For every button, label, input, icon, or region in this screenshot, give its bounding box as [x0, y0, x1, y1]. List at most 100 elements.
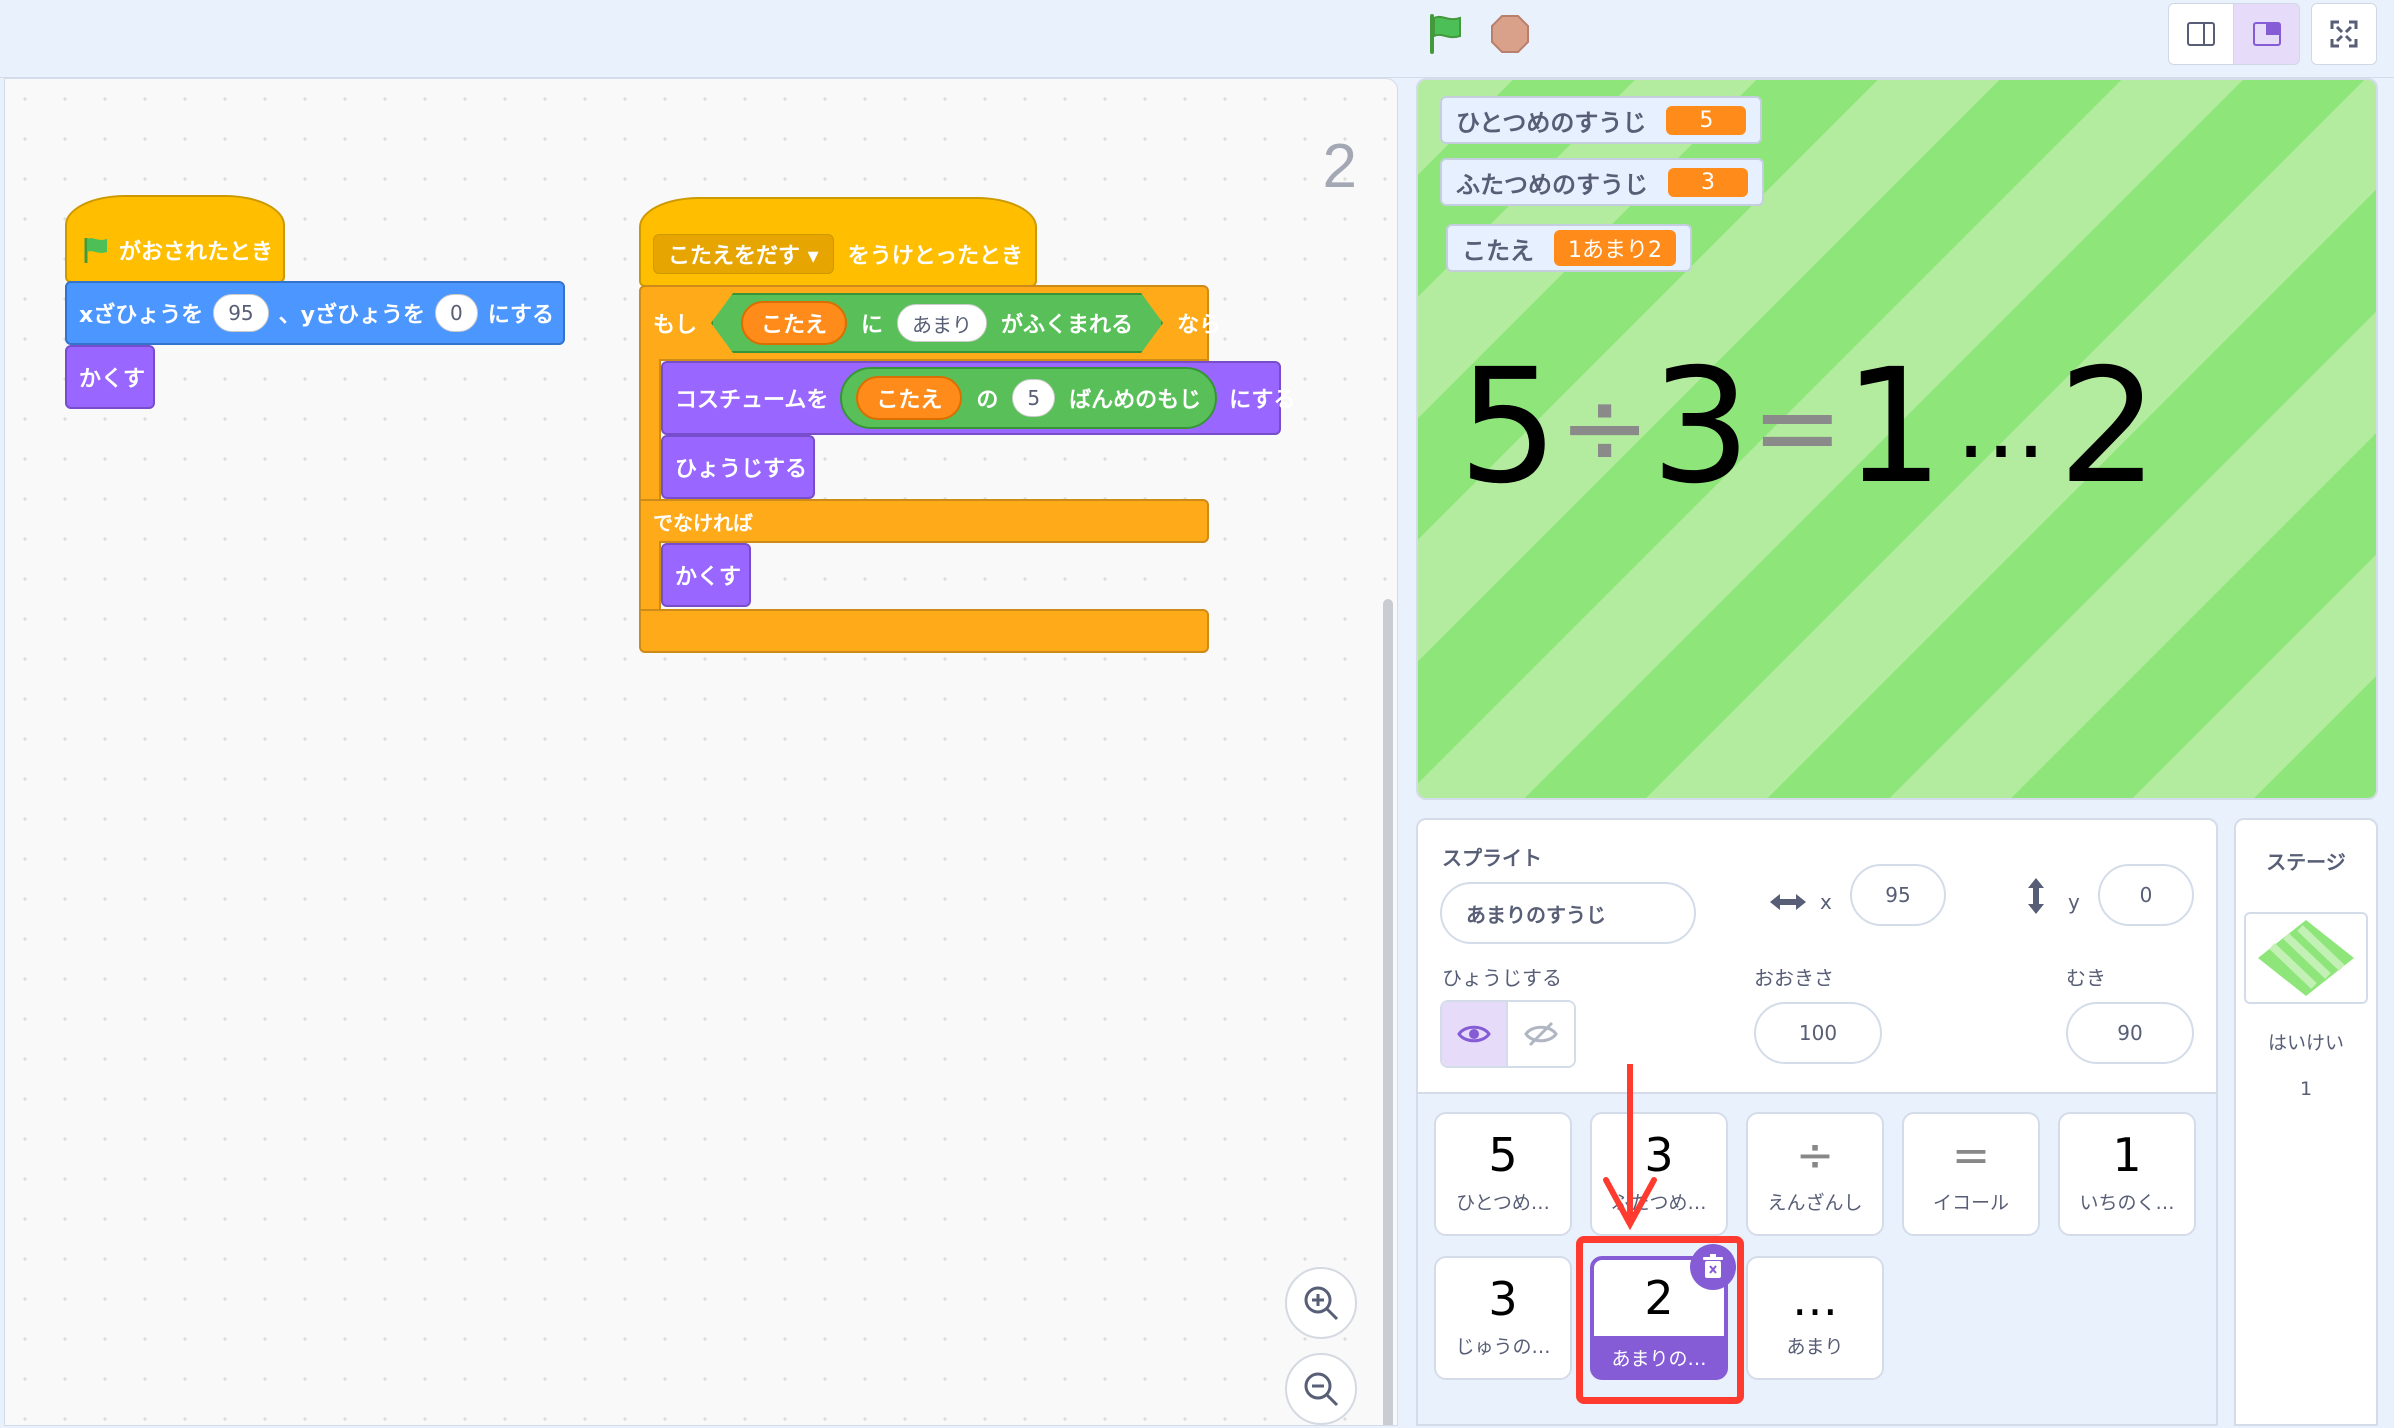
sprite-tile[interactable]: 3 じゅうの…: [1434, 1256, 1572, 1380]
sprite-name-input[interactable]: あまりのすうじ: [1440, 882, 1696, 944]
code-workspace[interactable]: 2 がおされたとき xざひょうを 95 、yざひょうを 0 にする かくす こた…: [4, 78, 1398, 1426]
direction-input[interactable]: 90: [2066, 1002, 2194, 1064]
sprite-name: ひとつめ…: [1456, 1192, 1550, 1214]
zoom-in-icon: [1304, 1286, 1339, 1321]
sprite-watermark-number: 2: [1322, 132, 1357, 201]
stage-title: ステージ: [2266, 850, 2346, 874]
monitor-value: 3: [1668, 167, 1748, 197]
letter-of-operator[interactable]: こたえ の 5 ばんめのもじ: [840, 367, 1218, 429]
fullscreen-button[interactable]: [2311, 3, 2377, 65]
sprite-label: スプライト: [1442, 846, 1542, 870]
letter-label: ばんめのもじ: [1069, 388, 1202, 413]
vertical-scrollbar[interactable]: [1383, 599, 1393, 1425]
sprite-thumbnail: …: [1792, 1272, 1838, 1326]
sprite-info-panel: スプライト あまりのすうじ x 95 y 0 ひょうじする おおきさ 100 む…: [1416, 818, 2218, 1426]
hide-block-2[interactable]: かくす: [661, 543, 751, 607]
show-button[interactable]: [1442, 1002, 1509, 1066]
menu-bar: [0, 0, 2394, 78]
variable-monitor-second: ふたつめのすうじ 3: [1440, 158, 1764, 206]
zoom-out-icon: [1304, 1372, 1339, 1407]
sprite-tile[interactable]: ÷ えんざんし: [1746, 1112, 1884, 1236]
equals-sprite: =: [1751, 363, 1844, 491]
eye-hidden-icon: [1524, 1021, 1558, 1047]
switch-costume-block[interactable]: コスチュームを こたえ の 5 ばんめのもじ にする: [661, 361, 1295, 435]
answer-reporter[interactable]: こたえ: [741, 301, 847, 345]
contains-input[interactable]: あまり: [897, 304, 987, 342]
annotation-arrow-icon: [1603, 1064, 1657, 1231]
if-else-bottom: [639, 609, 1209, 653]
go-to-xy-block[interactable]: xざひょうを 95 、yざひょうを 0 にする: [65, 281, 565, 345]
nara-label: なら: [1177, 313, 1222, 338]
variable-monitor-answer: こたえ 1あまり2: [1446, 224, 1692, 272]
zoom-in-button[interactable]: [1285, 1267, 1357, 1339]
visibility-toggle: [1440, 1000, 1576, 1068]
goto-label-x: xざひょうを: [79, 303, 204, 328]
digit-sprite: 1: [1843, 335, 1944, 519]
if-label: もし: [653, 313, 698, 338]
sprite-tile[interactable]: = イコール: [1902, 1112, 2040, 1236]
green-flag-icon: [84, 238, 107, 263]
direction-label: むき: [2066, 966, 2106, 990]
costume-label: コスチュームを: [675, 388, 829, 413]
backdrop-count: 1: [2299, 1078, 2313, 1100]
set-label: にする: [1229, 388, 1296, 413]
sprite-list: 5 ひとつめ… 3 ふたつめ… ÷ えんざんし = イコール 1 いちのく… 3…: [1418, 1092, 2216, 1424]
size-input[interactable]: 100: [1754, 1002, 1882, 1064]
monitor-value: 5: [1666, 105, 1747, 135]
hide-label: かくす: [79, 367, 146, 392]
message-dropdown[interactable]: こたえをだす ▾: [653, 234, 834, 274]
ellipsis-sprite: …: [1955, 374, 2046, 479]
else-label-bar: でなければ: [639, 499, 1209, 543]
monitor-label: ひとつめのすうじ: [1456, 108, 1647, 137]
large-stage-button[interactable]: [2234, 3, 2300, 65]
green-flag-icon[interactable]: [1424, 12, 1468, 56]
contains-label: がふくまれる: [1001, 313, 1134, 338]
equation-display: 5 ÷ 3 = 1 … 2: [1458, 348, 2158, 506]
x-input[interactable]: 95: [1850, 864, 1946, 926]
size-label: おおきさ: [1754, 966, 1834, 990]
no-label: の: [976, 388, 999, 413]
stage-selector[interactable]: ステージ はいけい 1: [2234, 818, 2378, 1426]
hat-label: がおされたとき: [119, 240, 274, 265]
fullscreen-icon: [2330, 20, 2358, 48]
digit-sprite: 3: [1650, 335, 1752, 519]
divide-sprite: ÷: [1558, 363, 1651, 491]
backdrop-thumbnail[interactable]: [2244, 912, 2368, 1004]
if-else-block[interactable]: もし こたえ に あまり がふくまれる なら: [639, 285, 1221, 361]
stop-icon[interactable]: [1490, 14, 1530, 54]
y-input[interactable]: 0: [435, 294, 478, 332]
show-block[interactable]: ひょうじする: [661, 435, 815, 499]
goto-label-end: にする: [487, 303, 554, 328]
sprite-name: イコール: [1932, 1192, 2009, 1214]
goto-label-y: 、yざひょうを: [278, 303, 425, 328]
x-input[interactable]: 95: [213, 294, 269, 332]
answer-reporter-2[interactable]: こたえ: [856, 376, 963, 420]
sprite-name: えんざんし: [1767, 1192, 1863, 1214]
sprite-thumbnail: =: [1951, 1128, 1991, 1182]
hide-button[interactable]: [1508, 1002, 1574, 1066]
y-input[interactable]: 0: [2098, 864, 2194, 926]
sprite-name: あまり: [1786, 1336, 1844, 1358]
sprite-tile[interactable]: 5 ひとつめ…: [1434, 1112, 1572, 1236]
stage-canvas[interactable]: ひとつめのすうじ 5 ふたつめのすうじ 3 こたえ 1あまり2 5 ÷ 3 = …: [1416, 78, 2378, 800]
sprite-tile[interactable]: … あまり: [1746, 1256, 1884, 1380]
sprite-thumbnail: 5: [1488, 1128, 1518, 1182]
monitor-value: 1あまり2: [1554, 230, 1676, 266]
small-stage-button[interactable]: [2168, 3, 2234, 65]
ni-label: に: [861, 313, 884, 338]
monitor-label: こたえ: [1462, 236, 1534, 265]
vertical-arrows-icon: [2028, 878, 2044, 914]
letter-index-input[interactable]: 5: [1012, 379, 1056, 417]
hide-label-2: かくす: [675, 565, 742, 590]
digit-sprite: 2: [2057, 335, 2159, 519]
contains-operator[interactable]: こたえ に あまり がふくまれる: [711, 293, 1163, 353]
zoom-out-button[interactable]: [1285, 1353, 1357, 1425]
else-label: でなければ: [653, 510, 753, 535]
sprite-tile[interactable]: 1 いちのく…: [2058, 1112, 2196, 1236]
when-i-receive-block[interactable]: こたえをだす ▾ をうけとったとき: [639, 197, 1037, 287]
show-label: ひょうじする: [1442, 966, 1562, 990]
sprite-name: じゅうの…: [1455, 1336, 1551, 1358]
when-flag-clicked-block[interactable]: がおされたとき: [65, 195, 285, 283]
x-label: x: [1820, 890, 1832, 914]
hide-block[interactable]: かくす: [65, 345, 155, 409]
